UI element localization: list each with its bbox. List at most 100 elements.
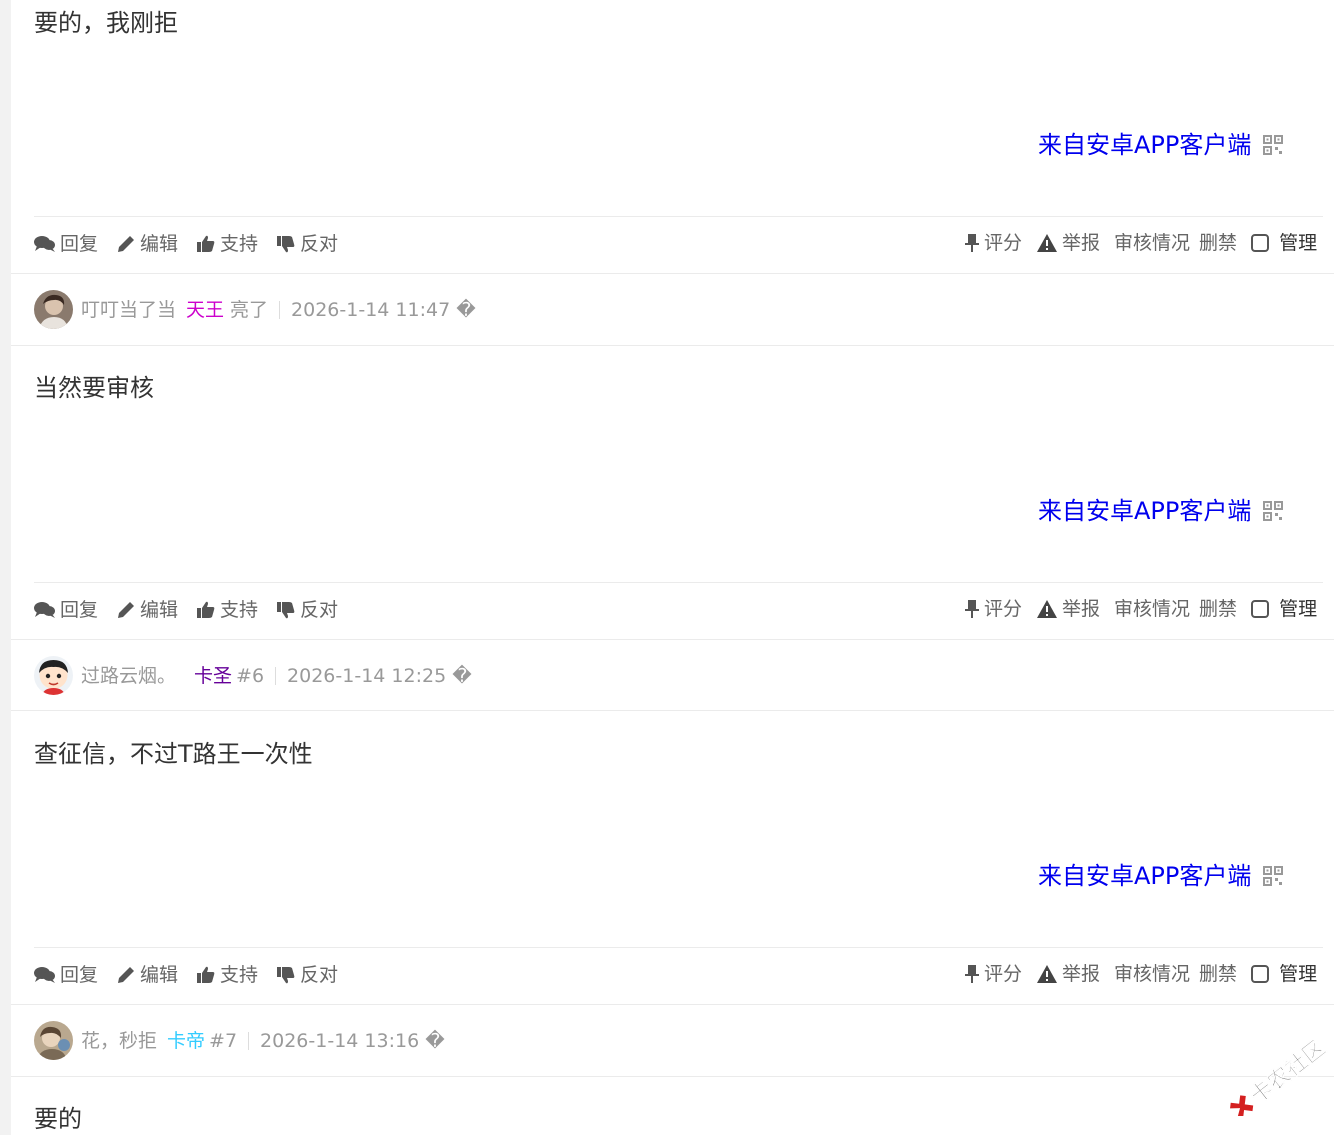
oppose-label: 反对: [300, 599, 339, 621]
user-group[interactable]: 卡帝: [167, 1029, 205, 1053]
pencil-icon: [118, 602, 135, 618]
post-actions-right: 评分 举报 审核情况 删禁 管理: [964, 231, 1317, 255]
post-content: 查征信，不过T路王一次性: [34, 740, 313, 768]
avatar-image: [34, 656, 73, 695]
post-time: 2026-1-14 13:16 �: [260, 1030, 445, 1052]
manage-checkbox[interactable]: [1251, 965, 1270, 983]
post-separator: [11, 1004, 1334, 1005]
site-watermark: 卡农社区: [1230, 1040, 1331, 1116]
post-separator: [11, 273, 1334, 274]
post-meta: 过路云烟。 卡圣 #6 2026-1-14 12:25 �: [81, 664, 472, 688]
thumbs-up-icon: [197, 966, 215, 983]
ban-link[interactable]: 删禁: [1199, 231, 1237, 255]
source-link[interactable]: 来自安卓APP客户端: [1038, 861, 1251, 891]
post-floor: #7: [209, 1030, 238, 1052]
rate-button[interactable]: 评分: [964, 962, 1022, 986]
ban-link[interactable]: 删禁: [1199, 962, 1237, 986]
rate-label: 评分: [984, 598, 1023, 620]
qrcode-icon[interactable]: [1263, 501, 1284, 521]
manage-toggle[interactable]: 管理: [1251, 962, 1317, 986]
thread-page: 要的，我刚拒 来自安卓APP客户端 回复 编辑 支持 反对 评分 举报 审核情况…: [0, 0, 1334, 1135]
oppose-label: 反对: [300, 233, 339, 255]
thumbs-down-icon: [277, 236, 295, 253]
oppose-button[interactable]: 反对: [276, 963, 338, 987]
author-name[interactable]: 过路云烟。: [81, 664, 176, 688]
post-meta: 叮叮当了当 天王 亮了 2026-1-14 11:47 �: [81, 298, 476, 322]
manage-toggle[interactable]: 管理: [1251, 597, 1317, 621]
meta-separator: [279, 301, 281, 319]
reply-button[interactable]: 回复: [34, 598, 98, 622]
report-label: 举报: [1062, 598, 1101, 620]
edit-label: 编辑: [140, 599, 179, 621]
support-button[interactable]: 支持: [196, 232, 258, 256]
manage-label: 管理: [1279, 963, 1318, 985]
rate-button[interactable]: 评分: [964, 231, 1022, 255]
edit-button[interactable]: 编辑: [116, 963, 178, 987]
avatar[interactable]: [34, 1021, 73, 1060]
source-link[interactable]: 来自安卓APP客户端: [1038, 496, 1251, 526]
oppose-button[interactable]: 反对: [276, 598, 338, 622]
pin-icon: [965, 234, 979, 252]
left-gutter: [0, 0, 11, 1135]
manage-label: 管理: [1279, 232, 1318, 254]
user-group[interactable]: 卡圣: [194, 664, 232, 688]
author-name[interactable]: 叮叮当了当: [81, 298, 176, 322]
manage-checkbox[interactable]: [1251, 234, 1270, 252]
post-separator: [11, 639, 1334, 640]
support-button[interactable]: 支持: [196, 598, 258, 622]
manage-toggle[interactable]: 管理: [1251, 231, 1317, 255]
header-divider: [11, 1076, 1334, 1077]
post-meta: 花，秒拒 卡帝 #7 2026-1-14 13:16 �: [81, 1029, 445, 1053]
post-divider: [34, 582, 1323, 583]
pin-icon: [965, 600, 979, 618]
warning-icon: [1037, 965, 1058, 983]
avatar[interactable]: [34, 290, 73, 329]
header-divider: [11, 345, 1334, 346]
review-status-link[interactable]: 审核情况: [1114, 597, 1190, 621]
user-group[interactable]: 天王: [186, 298, 224, 322]
post-actions-left: 回复 编辑 支持 反对: [34, 963, 338, 987]
rate-button[interactable]: 评分: [964, 597, 1022, 621]
post-extra: 亮了: [230, 299, 269, 321]
post-content: 要的: [34, 1105, 82, 1133]
reply-label: 回复: [60, 964, 99, 986]
header-divider: [11, 710, 1334, 711]
rate-label: 评分: [984, 232, 1023, 254]
support-button[interactable]: 支持: [196, 963, 258, 987]
manage-checkbox[interactable]: [1251, 600, 1270, 618]
qrcode-icon[interactable]: [1263, 135, 1284, 155]
reply-label: 回复: [60, 599, 99, 621]
reply-button[interactable]: 回复: [34, 963, 98, 987]
comments-icon: [34, 602, 55, 618]
ban-link[interactable]: 删禁: [1199, 597, 1237, 621]
manage-label: 管理: [1279, 598, 1318, 620]
post-source: 来自安卓APP客户端: [1038, 861, 1284, 891]
warning-icon: [1037, 600, 1058, 618]
oppose-button[interactable]: 反对: [276, 232, 338, 256]
edit-button[interactable]: 编辑: [116, 598, 178, 622]
pencil-icon: [118, 236, 135, 252]
avatar[interactable]: [34, 656, 73, 695]
report-label: 举报: [1062, 963, 1101, 985]
comments-icon: [34, 967, 55, 983]
review-status-link[interactable]: 审核情况: [1114, 962, 1190, 986]
meta-separator: [248, 1032, 250, 1050]
post-time: 2026-1-14 11:47 �: [291, 299, 476, 321]
avatar-image: [34, 290, 73, 329]
thumbs-up-icon: [197, 601, 215, 618]
post-divider: [34, 216, 1323, 217]
post-actions-right: 评分 举报 审核情况 删禁 管理: [964, 597, 1317, 621]
report-button[interactable]: 举报: [1036, 962, 1100, 986]
author-name[interactable]: 花，秒拒: [81, 1029, 157, 1053]
qrcode-icon[interactable]: [1263, 866, 1284, 886]
edit-button[interactable]: 编辑: [116, 232, 178, 256]
report-button[interactable]: 举报: [1036, 597, 1100, 621]
review-status-link[interactable]: 审核情况: [1114, 231, 1190, 255]
comments-icon: [34, 236, 55, 252]
thumbs-down-icon: [277, 602, 295, 619]
post-actions-left: 回复 编辑 支持 反对: [34, 598, 338, 622]
report-button[interactable]: 举报: [1036, 231, 1100, 255]
support-label: 支持: [220, 964, 259, 986]
reply-button[interactable]: 回复: [34, 232, 98, 256]
source-link[interactable]: 来自安卓APP客户端: [1038, 130, 1251, 160]
